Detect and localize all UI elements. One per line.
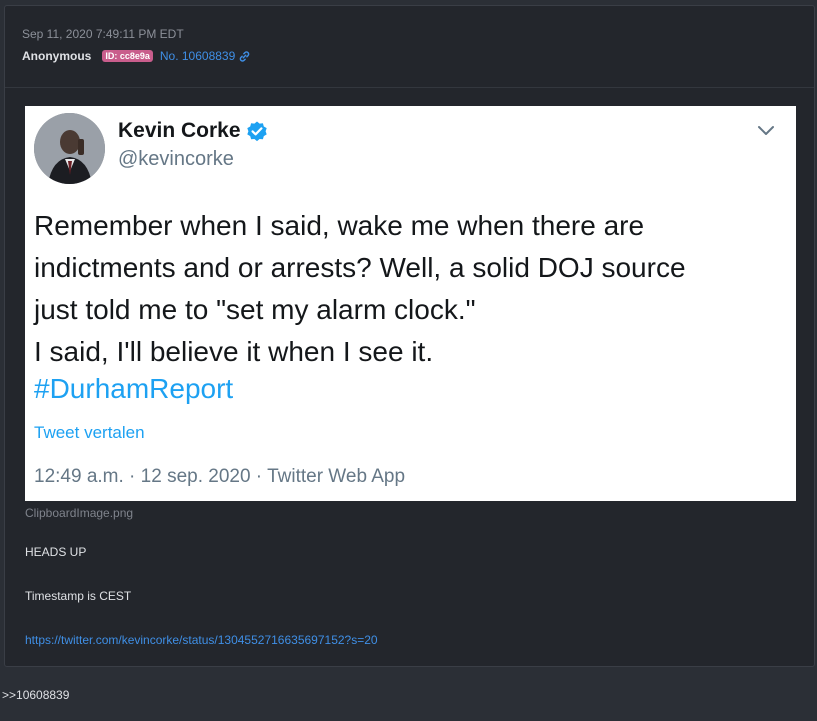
post-text-line: Timestamp is CEST — [25, 589, 132, 603]
verified-badge-icon — [245, 120, 269, 149]
post-number[interactable]: No. 10608839 — [160, 49, 235, 63]
tweet-meta: 12:49 a.m. · 12 sep. 2020 · Twitter Web … — [34, 466, 406, 487]
tweet-text-line: just told me to "set my alarm clock." — [34, 294, 476, 325]
tweet-hashtag: #DurhamReport — [34, 373, 234, 404]
link-icon[interactable] — [238, 50, 251, 63]
attached-image[interactable]: Kevin Corke @kevincorke Remember when I … — [25, 106, 796, 501]
tweet-text-line: indictments and or arrests? Well, a soli… — [34, 252, 686, 283]
post-timestamp: Sep 11, 2020 7:49:11 PM EDT — [22, 27, 184, 41]
post-author: Anonymous — [22, 49, 92, 63]
tweet-text-line: I said, I'll believe it when I see it. — [34, 336, 434, 367]
image-filename[interactable]: ClipboardImage.png — [25, 506, 133, 520]
reply-reference[interactable]: >>10608839 — [2, 688, 69, 702]
post-link[interactable]: https://twitter.com/kevincorke/status/13… — [25, 633, 378, 647]
post-text-line: HEADS UP — [25, 545, 87, 559]
chevron-down-icon — [757, 124, 775, 142]
post-number-link[interactable]: No. 10608839 — [160, 49, 251, 63]
tweet-display-name: Kevin Corke — [118, 119, 241, 142]
tweet-avatar — [34, 113, 105, 184]
poster-id-badge[interactable]: ID: cc8e9a — [102, 50, 153, 62]
tweet-text-line: Remember when I said, wake me when there… — [34, 210, 645, 241]
post-card: Sep 11, 2020 7:49:11 PM EDT Anonymous ID… — [4, 5, 815, 667]
post-meta: Anonymous ID: cc8e9a No. 10608839 — [22, 49, 251, 63]
tweet-translate-label: Tweet vertalen — [34, 423, 145, 442]
tweet-handle: @kevincorke — [118, 148, 234, 170]
post-header: Sep 11, 2020 7:49:11 PM EDT Anonymous ID… — [5, 6, 814, 88]
tweet-text: Remember when I said, wake me when there… — [34, 205, 784, 373]
